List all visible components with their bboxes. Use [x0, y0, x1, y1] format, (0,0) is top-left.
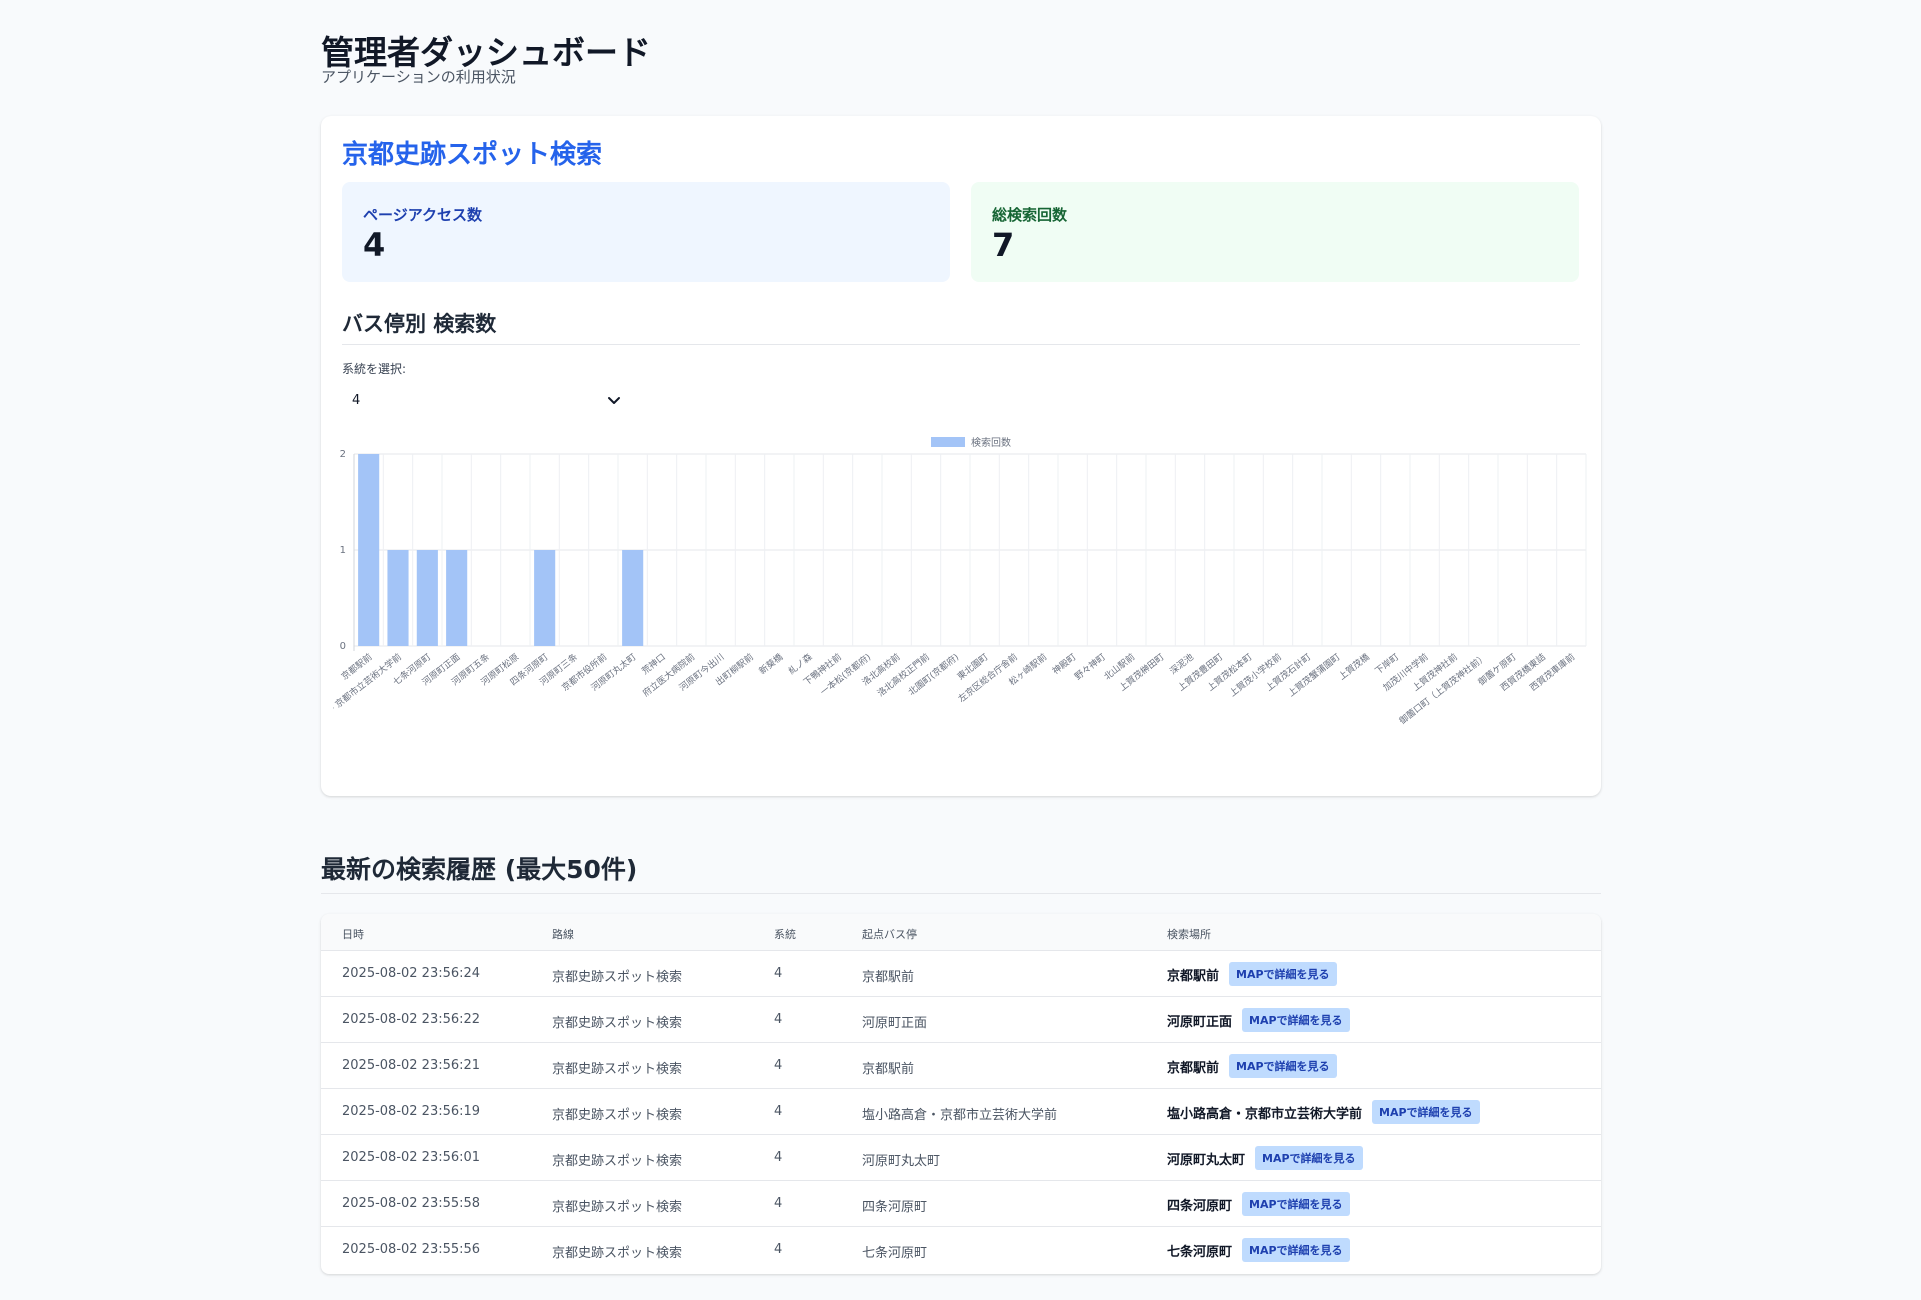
row-route: 京都史跡スポット検索	[552, 1200, 683, 1215]
row-system: 4	[774, 1242, 783, 1257]
row-start-stop: 京都駅前	[862, 970, 915, 985]
row-route: 京都史跡スポット検索	[552, 1246, 683, 1261]
row-system: 4	[774, 1150, 783, 1165]
access-stat-label: ページアクセス数	[363, 206, 482, 224]
bar	[416, 550, 438, 646]
table-row: 2025-08-02 23:56:22 京都史跡スポット検索 4 河原町正面 河原町正面…	[321, 997, 1601, 1043]
map-detail-button[interactable]: MAPで詳細を見る	[1242, 1192, 1350, 1216]
header-route: 路線	[552, 928, 574, 941]
row-place: 七条河原町 MAPで詳細を見る	[1167, 1238, 1350, 1262]
row-date: 2025-08-02 23:56:19	[342, 1104, 481, 1119]
row-route: 京都史跡スポット検索	[552, 970, 683, 985]
history-divider	[321, 893, 1601, 894]
row-place: 塩小路高倉・京都市立芸術大学前 MAPで詳細を見る	[1167, 1100, 1480, 1124]
x-tick-label: 野々神町	[1072, 651, 1108, 683]
row-date: 2025-08-02 23:56:21	[342, 1058, 481, 1073]
row-route: 京都史跡スポット検索	[552, 1108, 683, 1123]
bar	[446, 550, 468, 646]
map-detail-button[interactable]: MAPで詳細を見る	[1229, 1054, 1337, 1078]
search-stat-value: 7	[992, 226, 1015, 264]
search-stat-card: 総検索回数 7	[971, 182, 1579, 282]
map-detail-button[interactable]: MAPで詳細を見る	[1242, 1238, 1350, 1262]
row-system: 4	[774, 1012, 783, 1027]
header-start: 起点バス停	[862, 928, 917, 941]
legend-label: 検索回数	[971, 436, 1011, 449]
row-place-name: 河原町正面	[1167, 1014, 1233, 1030]
map-detail-button[interactable]: MAPで詳細を見る	[1229, 962, 1337, 986]
system-select[interactable]: 4	[342, 384, 632, 416]
app-title: 京都史跡スポット検索	[342, 140, 603, 170]
row-place: 河原町正面 MAPで詳細を見る	[1167, 1008, 1350, 1032]
row-start-stop: 河原町丸太町	[862, 1154, 941, 1169]
legend-swatch	[931, 437, 965, 447]
table-row: 2025-08-02 23:56:01 京都史跡スポット検索 4 河原町丸太町 河原町丸…	[321, 1135, 1601, 1181]
row-route: 京都史跡スポット検索	[552, 1016, 683, 1031]
row-system: 4	[774, 966, 783, 981]
row-start-stop: 河原町正面	[862, 1016, 928, 1031]
system-select-label: 系統を選択:	[342, 362, 407, 376]
access-stat-value: 4	[363, 226, 386, 264]
header-date: 日時	[342, 928, 364, 941]
system-select-value: 4	[352, 392, 361, 408]
row-route: 京都史跡スポット検索	[552, 1062, 683, 1077]
row-date: 2025-08-02 23:56:01	[342, 1150, 481, 1165]
table-row: 2025-08-02 23:56:19 京都史跡スポット検索 4 塩小路高倉・京都市立…	[321, 1089, 1601, 1135]
row-start-stop: 四条河原町	[862, 1200, 928, 1215]
x-tick-label: 新葵橋	[757, 651, 786, 677]
x-tick-label: 一本松(京都府)	[818, 651, 873, 698]
row-start-stop: 七条河原町	[862, 1246, 928, 1261]
table-body: 2025-08-02 23:56:24 京都史跡スポット検索 4 京都駅前 京都駅前 MA…	[321, 951, 1601, 1273]
map-detail-button[interactable]: MAPで詳細を見る	[1372, 1100, 1480, 1124]
table-row: 2025-08-02 23:55:56 京都史跡スポット検索 4 七条河原町 七条河原町…	[321, 1227, 1601, 1273]
bar	[358, 454, 380, 646]
bar	[534, 550, 556, 646]
x-tick-label: 北園町(京都府)	[906, 651, 961, 698]
row-place: 河原町丸太町 MAPで詳細を見る	[1167, 1146, 1363, 1170]
row-date: 2025-08-02 23:56:22	[342, 1012, 481, 1027]
row-place-name: 四条河原町	[1167, 1198, 1233, 1214]
row-route: 京都史跡スポット検索	[552, 1154, 683, 1169]
table-row: 2025-08-02 23:55:58 京都史跡スポット検索 4 四条河原町 四条河原町…	[321, 1181, 1601, 1227]
y-tick-label: 1	[340, 545, 346, 556]
history-title: 最新の検索履歴 (最大50件)	[321, 855, 638, 884]
row-start-stop: 京都駅前	[862, 1062, 915, 1077]
bus-stop-bar-chart: 012京都駅前塩小路高倉・京都市立芸術大学前七条河原町河原町正面河原町五条河原町…	[333, 436, 1587, 743]
y-tick-label: 0	[340, 641, 346, 652]
chevron-down-icon	[608, 397, 620, 404]
row-place-name: 河原町丸太町	[1167, 1152, 1246, 1168]
row-place: 京都駅前 MAPで詳細を見る	[1167, 1054, 1337, 1078]
table-row: 2025-08-02 23:56:24 京都史跡スポット検索 4 京都駅前 京都駅前 MA…	[321, 951, 1601, 997]
row-system: 4	[774, 1058, 783, 1073]
row-date: 2025-08-02 23:55:58	[342, 1196, 481, 1211]
table-header: 日時 路線 系統 起点バス停 検索場所	[321, 914, 1601, 951]
bus-stop-section-title: バス停別 検索数	[342, 312, 497, 336]
history-table: 日時 路線 系統 起点バス停 検索場所 2025-08-02 23:56:24 京…	[321, 914, 1601, 1274]
header-system: 系統	[774, 928, 796, 941]
header-place: 検索場所	[1167, 928, 1211, 941]
bar	[622, 550, 644, 646]
map-detail-button[interactable]: MAPで詳細を見る	[1255, 1146, 1363, 1170]
app-card: 京都史跡スポット検索 ページアクセス数 4 総検索回数 7 バス停別 検索数 系…	[321, 116, 1601, 796]
row-date: 2025-08-02 23:55:56	[342, 1242, 481, 1257]
search-stat-label: 総検索回数	[992, 206, 1068, 224]
bar	[387, 550, 409, 646]
map-detail-button[interactable]: MAPで詳細を見る	[1242, 1008, 1350, 1032]
row-place-name: 京都駅前	[1167, 1060, 1220, 1076]
row-date: 2025-08-02 23:56:24	[342, 966, 481, 981]
page-subtitle: アプリケーションの利用状況	[321, 68, 516, 86]
y-tick-label: 2	[340, 449, 346, 460]
row-system: 4	[774, 1104, 783, 1119]
access-stat-card: ページアクセス数 4	[342, 182, 950, 282]
row-system: 4	[774, 1196, 783, 1211]
row-place-name: 塩小路高倉・京都市立芸術大学前	[1167, 1106, 1363, 1122]
row-place-name: 七条河原町	[1167, 1244, 1233, 1260]
section-divider	[342, 344, 1580, 345]
table-row: 2025-08-02 23:56:21 京都史跡スポット検索 4 京都駅前 京都駅前 MA…	[321, 1043, 1601, 1089]
row-place-name: 京都駅前	[1167, 968, 1220, 984]
x-tick-label: 上賀茂橋	[1336, 651, 1372, 683]
row-start-stop: 塩小路高倉・京都市立芸術大学前	[862, 1108, 1058, 1123]
row-place: 京都駅前 MAPで詳細を見る	[1167, 962, 1337, 986]
row-place: 四条河原町 MAPで詳細を見る	[1167, 1192, 1350, 1216]
